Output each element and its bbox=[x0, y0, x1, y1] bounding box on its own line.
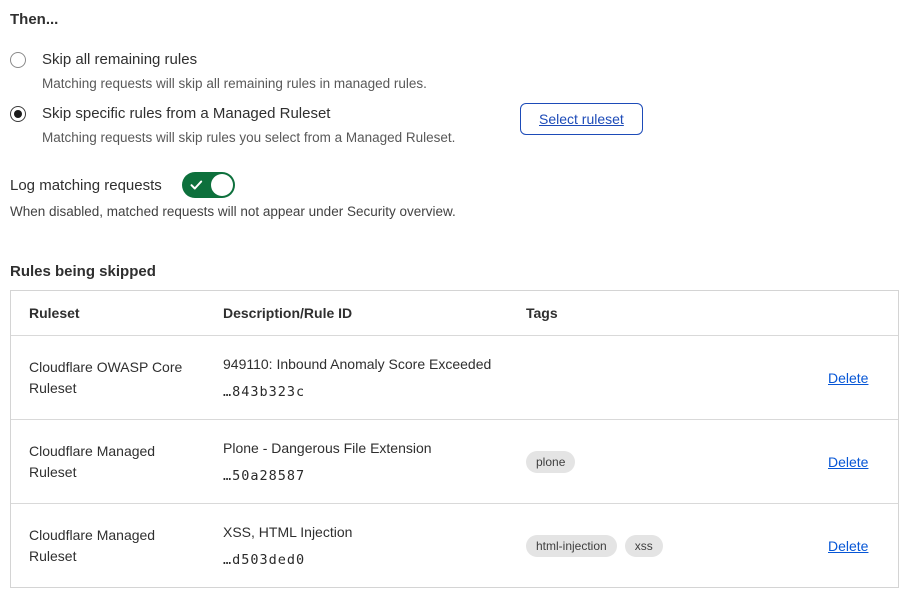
rule-description: 949110: Inbound Anomaly Score Exceeded bbox=[223, 356, 491, 373]
rule-id: …d503ded0 bbox=[223, 552, 352, 568]
waf-skip-rule-page: { "colors": { "accent_blue": "#1d4bb8", … bbox=[0, 0, 911, 614]
radio-texts: Skip specific rules from a Managed Rules… bbox=[42, 105, 455, 146]
table-row: Cloudflare OWASP Core Ruleset 949110: In… bbox=[11, 335, 898, 419]
check-icon bbox=[190, 179, 203, 191]
then-section-title: Then... bbox=[10, 11, 58, 28]
ruleset-name: Cloudflare Managed Ruleset bbox=[29, 441, 195, 483]
delete-link[interactable]: Delete bbox=[828, 454, 868, 470]
ruleset-cell: Cloudflare OWASP Core Ruleset bbox=[11, 336, 205, 419]
tags-cell: html-injection xss bbox=[508, 504, 810, 587]
ruleset-name: Cloudflare OWASP Core Ruleset bbox=[29, 357, 195, 399]
radio-description: Matching requests will skip all remainin… bbox=[42, 76, 427, 92]
radio-icon[interactable] bbox=[10, 106, 26, 122]
column-header-tags: Tags bbox=[508, 291, 810, 335]
table-row: Cloudflare Managed Ruleset Plone - Dange… bbox=[11, 419, 898, 503]
action-cell: Delete bbox=[810, 336, 898, 419]
radio-description: Matching requests will skip rules you se… bbox=[42, 130, 455, 146]
radio-icon[interactable] bbox=[10, 52, 26, 68]
select-ruleset-button[interactable]: Select ruleset bbox=[520, 103, 643, 135]
table-header-row: Ruleset Description/Rule ID Tags bbox=[11, 291, 898, 335]
radio-option-skip-all[interactable]: Skip all remaining rules Matching reques… bbox=[10, 51, 427, 92]
tag-pill: xss bbox=[625, 535, 663, 557]
tag-pill: plone bbox=[526, 451, 575, 473]
rule-description: Plone - Dangerous File Extension bbox=[223, 440, 432, 457]
radio-option-skip-specific[interactable]: Skip specific rules from a Managed Rules… bbox=[10, 105, 455, 146]
log-matching-requests-label: Log matching requests bbox=[10, 177, 162, 194]
log-matching-requests-toggle[interactable] bbox=[182, 172, 235, 198]
radio-label: Skip specific rules from a Managed Rules… bbox=[42, 105, 455, 123]
table-row: Cloudflare Managed Ruleset XSS, HTML Inj… bbox=[11, 503, 898, 587]
delete-link[interactable]: Delete bbox=[828, 370, 868, 386]
rule-description: XSS, HTML Injection bbox=[223, 524, 352, 541]
table-body: Cloudflare OWASP Core Ruleset 949110: In… bbox=[11, 335, 898, 587]
rule-id: …50a28587 bbox=[223, 468, 432, 484]
action-cell: Delete bbox=[810, 504, 898, 587]
log-toggle-description: When disabled, matched requests will not… bbox=[10, 204, 456, 219]
column-header-action bbox=[810, 291, 898, 335]
ruleset-cell: Cloudflare Managed Ruleset bbox=[11, 420, 205, 503]
tag-list: plone bbox=[526, 451, 575, 473]
rules-being-skipped-title: Rules being skipped bbox=[10, 263, 156, 280]
tags-cell: plone bbox=[508, 420, 810, 503]
description-cell: XSS, HTML Injection …d503ded0 bbox=[205, 504, 508, 587]
description-cell: Plone - Dangerous File Extension …50a285… bbox=[205, 420, 508, 503]
rule-id: …843b323c bbox=[223, 384, 491, 400]
ruleset-cell: Cloudflare Managed Ruleset bbox=[11, 504, 205, 587]
toggle-knob bbox=[211, 174, 233, 196]
radio-texts: Skip all remaining rules Matching reques… bbox=[42, 51, 427, 92]
action-cell: Delete bbox=[810, 420, 898, 503]
description-cell: 949110: Inbound Anomaly Score Exceeded …… bbox=[205, 336, 508, 419]
skipped-rules-table: Ruleset Description/Rule ID Tags Cloudfl… bbox=[10, 290, 899, 588]
column-header-description: Description/Rule ID bbox=[205, 291, 508, 335]
column-header-ruleset: Ruleset bbox=[11, 291, 205, 335]
delete-link[interactable]: Delete bbox=[828, 538, 868, 554]
tag-list: html-injection xss bbox=[526, 535, 663, 557]
ruleset-name: Cloudflare Managed Ruleset bbox=[29, 525, 195, 567]
tags-cell bbox=[508, 336, 810, 419]
tag-pill: html-injection bbox=[526, 535, 617, 557]
radio-label: Skip all remaining rules bbox=[42, 51, 427, 69]
